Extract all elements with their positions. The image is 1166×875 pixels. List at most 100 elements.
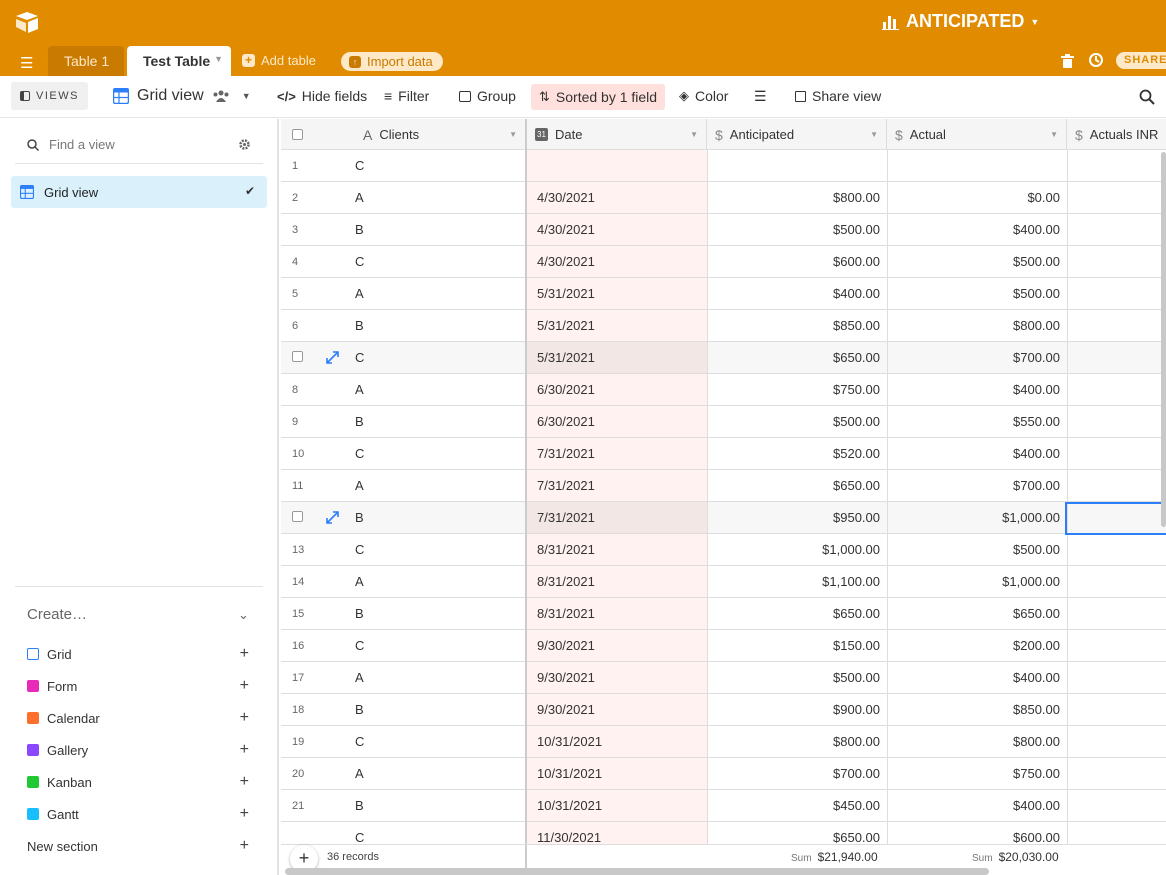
table-row[interactable]: B 7/31/2021 $950.00 $1,000.00 <box>281 502 1166 534</box>
tab-table-1[interactable]: Table 1 <box>48 46 124 76</box>
cell-date[interactable]: 6/30/2021 <box>527 374 707 405</box>
cell-actual[interactable]: $0.00 <box>887 182 1060 213</box>
cell-client[interactable]: A <box>355 278 525 309</box>
cell-client[interactable]: A <box>355 662 525 693</box>
cell-actual[interactable]: $400.00 <box>887 438 1060 469</box>
table-row[interactable]: C 5/31/2021 $650.00 $700.00 <box>281 342 1166 374</box>
expand-record-icon[interactable] <box>326 351 339 364</box>
cell-actual[interactable]: $500.00 <box>887 278 1060 309</box>
cell-date[interactable]: 10/31/2021 <box>527 790 707 821</box>
cell-client[interactable]: B <box>355 694 525 725</box>
sort-button[interactable]: ⇅ Sorted by 1 field <box>531 84 666 110</box>
gear-icon[interactable] <box>238 138 251 151</box>
cell-client[interactable]: B <box>355 598 525 629</box>
cell-actual[interactable]: $400.00 <box>887 790 1060 821</box>
select-all-checkbox[interactable] <box>292 129 303 140</box>
cell-actual[interactable]: $850.00 <box>887 694 1060 725</box>
airtable-logo-icon[interactable] <box>14 10 40 34</box>
cell-client[interactable]: C <box>355 438 525 469</box>
table-row[interactable]: 6 B 5/31/2021 $850.00 $800.00 <box>281 310 1166 342</box>
chevron-down-icon[interactable]: ⌄ <box>238 607 249 623</box>
cell-anticipated[interactable]: $750.00 <box>707 374 880 405</box>
table-row[interactable]: 15 B 8/31/2021 $650.00 $650.00 <box>281 598 1166 630</box>
vertical-scrollbar[interactable] <box>1161 152 1166 527</box>
cell-date[interactable]: 5/31/2021 <box>527 342 707 373</box>
expand-record-icon[interactable] <box>326 511 339 524</box>
horizontal-scrollbar[interactable] <box>285 868 989 875</box>
create-kanban-button[interactable]: Kanban + <box>27 772 249 792</box>
table-row[interactable]: 19 C 10/31/2021 $800.00 $800.00 <box>281 726 1166 758</box>
cell-client[interactable]: A <box>355 566 525 597</box>
color-button[interactable]: ◈ Color <box>679 88 728 104</box>
filter-button[interactable]: ≡ Filter <box>384 88 429 104</box>
cell-client[interactable]: C <box>355 150 525 181</box>
cell-anticipated[interactable]: $150.00 <box>707 630 880 661</box>
cell-date[interactable]: 8/31/2021 <box>527 534 707 565</box>
cell-anticipated[interactable]: $400.00 <box>707 278 880 309</box>
share-view-button[interactable]: Share view <box>795 88 881 104</box>
cell-actual[interactable]: $800.00 <box>887 310 1060 341</box>
table-row[interactable]: 16 C 9/30/2021 $150.00 $200.00 <box>281 630 1166 662</box>
create-section-title[interactable]: Create… <box>27 606 87 623</box>
cell-date[interactable]: 9/30/2021 <box>527 694 707 725</box>
row-checkbox[interactable] <box>292 351 303 362</box>
cell-actual[interactable]: $1,000.00 <box>887 502 1060 533</box>
create-grid-button[interactable]: Grid + <box>27 644 249 664</box>
chevron-down-icon[interactable]: ▼ <box>1050 130 1058 139</box>
column-header-date[interactable]: 31 Date ▼ <box>527 119 707 150</box>
column-header-actuals-inr[interactable]: $ Actuals INR <box>1067 119 1166 150</box>
cell-client[interactable]: A <box>355 182 525 213</box>
cell-anticipated[interactable]: $650.00 <box>707 598 880 629</box>
cell-anticipated[interactable]: $800.00 <box>707 182 880 213</box>
create-calendar-button[interactable]: Calendar + <box>27 708 249 728</box>
cell-anticipated[interactable] <box>707 150 880 181</box>
table-row[interactable]: 5 A 5/31/2021 $400.00 $500.00 <box>281 278 1166 310</box>
cell-date[interactable]: 7/31/2021 <box>527 470 707 501</box>
cell-actual[interactable]: $700.00 <box>887 470 1060 501</box>
selected-cell[interactable] <box>1065 502 1166 535</box>
cell-client[interactable]: C <box>355 726 525 757</box>
cell-actual[interactable]: $650.00 <box>887 598 1060 629</box>
column-header-clients[interactable]: A Clients ▼ <box>355 119 527 150</box>
hide-fields-button[interactable]: </> Hide fields <box>277 88 367 104</box>
cell-client[interactable]: B <box>355 790 525 821</box>
chevron-down-icon[interactable]: ▼ <box>690 130 698 139</box>
cell-actual[interactable]: $1,000.00 <box>887 566 1060 597</box>
import-data-button[interactable]: ↑ Import data <box>341 52 443 71</box>
cell-actual[interactable]: $500.00 <box>887 534 1060 565</box>
table-row[interactable]: 3 B 4/30/2021 $500.00 $400.00 <box>281 214 1166 246</box>
table-row[interactable]: 13 C 8/31/2021 $1,000.00 $500.00 <box>281 534 1166 566</box>
cell-client[interactable]: B <box>355 310 525 341</box>
cell-date[interactable]: 9/30/2021 <box>527 630 707 661</box>
cell-client[interactable]: C <box>355 534 525 565</box>
cell-client[interactable]: C <box>355 630 525 661</box>
cell-actual[interactable]: $800.00 <box>887 726 1060 757</box>
cell-anticipated[interactable]: $1,100.00 <box>707 566 880 597</box>
cell-anticipated[interactable]: $520.00 <box>707 438 880 469</box>
cell-actual[interactable]: $700.00 <box>887 342 1060 373</box>
cell-client[interactable]: C <box>355 246 525 277</box>
cell-date[interactable]: 10/31/2021 <box>527 758 707 789</box>
cell-client[interactable]: A <box>355 758 525 789</box>
cell-anticipated[interactable]: $900.00 <box>707 694 880 725</box>
add-table-button[interactable]: + Add table <box>242 53 316 68</box>
base-title[interactable]: ANTICIPATED ▼ <box>882 11 1039 32</box>
cell-actual[interactable]: $550.00 <box>887 406 1060 437</box>
cell-anticipated[interactable]: $1,000.00 <box>707 534 880 565</box>
new-section-button[interactable]: New section + <box>27 836 249 856</box>
chevron-down-icon[interactable]: ▼ <box>870 130 878 139</box>
cell-client[interactable]: A <box>355 470 525 501</box>
cell-anticipated[interactable]: $600.00 <box>707 246 880 277</box>
cell-date[interactable]: 10/31/2021 <box>527 726 707 757</box>
chevron-down-icon[interactable]: ▼ <box>509 130 517 139</box>
cell-date[interactable] <box>527 150 707 181</box>
table-row[interactable]: 18 B 9/30/2021 $900.00 $850.00 <box>281 694 1166 726</box>
cell-anticipated[interactable]: $500.00 <box>707 406 880 437</box>
cell-date[interactable]: 9/30/2021 <box>527 662 707 693</box>
table-row[interactable]: 10 C 7/31/2021 $520.00 $400.00 <box>281 438 1166 470</box>
sidebar-item-grid-view[interactable]: Grid view ✔ <box>11 176 267 208</box>
cell-anticipated[interactable]: $500.00 <box>707 214 880 245</box>
create-form-button[interactable]: Form + <box>27 676 249 696</box>
cell-date[interactable]: 5/31/2021 <box>527 310 707 341</box>
views-toggle-button[interactable]: VIEWS <box>11 82 88 110</box>
